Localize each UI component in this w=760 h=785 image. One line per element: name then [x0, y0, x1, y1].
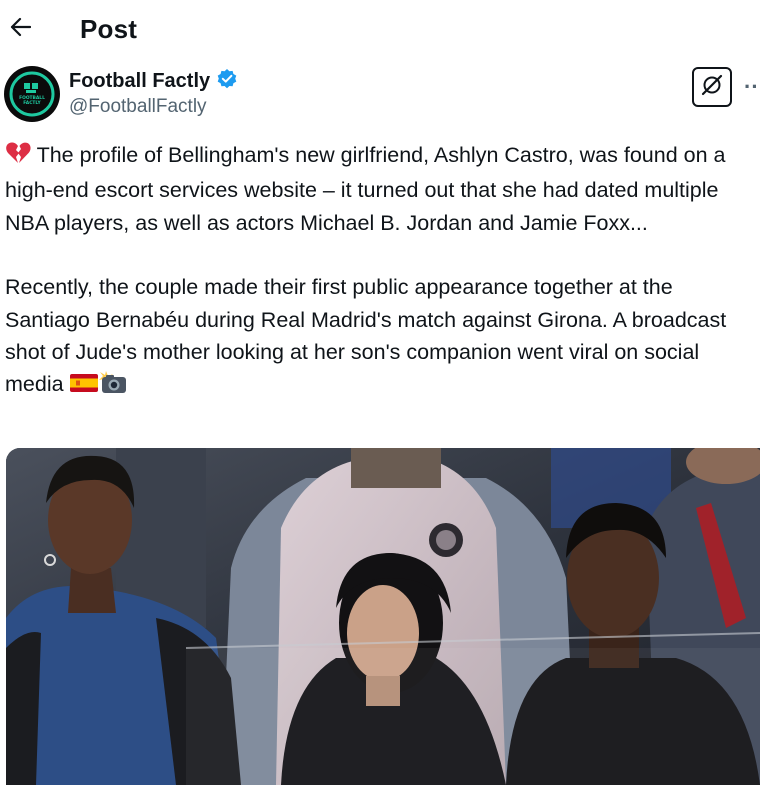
- grok-button[interactable]: [692, 67, 732, 107]
- camera-flash-emoji: [98, 370, 128, 403]
- back-button[interactable]: [6, 14, 34, 44]
- broken-heart-emoji: [5, 141, 31, 174]
- handle[interactable]: @FootballFactly: [69, 96, 207, 118]
- page-title: Post: [80, 14, 138, 44]
- tweet-paragraph-1-text: The profile of Bellingham's new girlfrie…: [5, 143, 726, 235]
- display-name[interactable]: Football Factly: [69, 70, 210, 93]
- tweet-text: The profile of Bellingham's new girlfrie…: [5, 139, 759, 404]
- spain-flag-emoji: [69, 371, 98, 403]
- football-factly-logo: FOOTBALL FACTLY: [5, 67, 59, 121]
- tweet-paragraph-1: The profile of Bellingham's new girlfrie…: [5, 139, 759, 239]
- tweet-paragraph-2: Recently, the couple made their first pu…: [5, 271, 759, 404]
- author-row: FOOTBALL FACTLY Football Factly @Footbal…: [0, 64, 760, 124]
- avatar[interactable]: FOOTBALL FACTLY: [4, 66, 60, 122]
- verified-badge-icon[interactable]: [216, 68, 238, 95]
- tweet-photo[interactable]: [6, 448, 760, 785]
- top-bar: Post: [0, 0, 760, 60]
- grok-icon: [700, 73, 724, 102]
- display-name-row: Football Factly: [69, 68, 238, 95]
- arrow-left-icon: [9, 17, 32, 42]
- stadium-stand-photo: [6, 448, 760, 785]
- more-options-button[interactable]: ··: [744, 72, 760, 102]
- svg-text:FACTLY: FACTLY: [23, 100, 41, 106]
